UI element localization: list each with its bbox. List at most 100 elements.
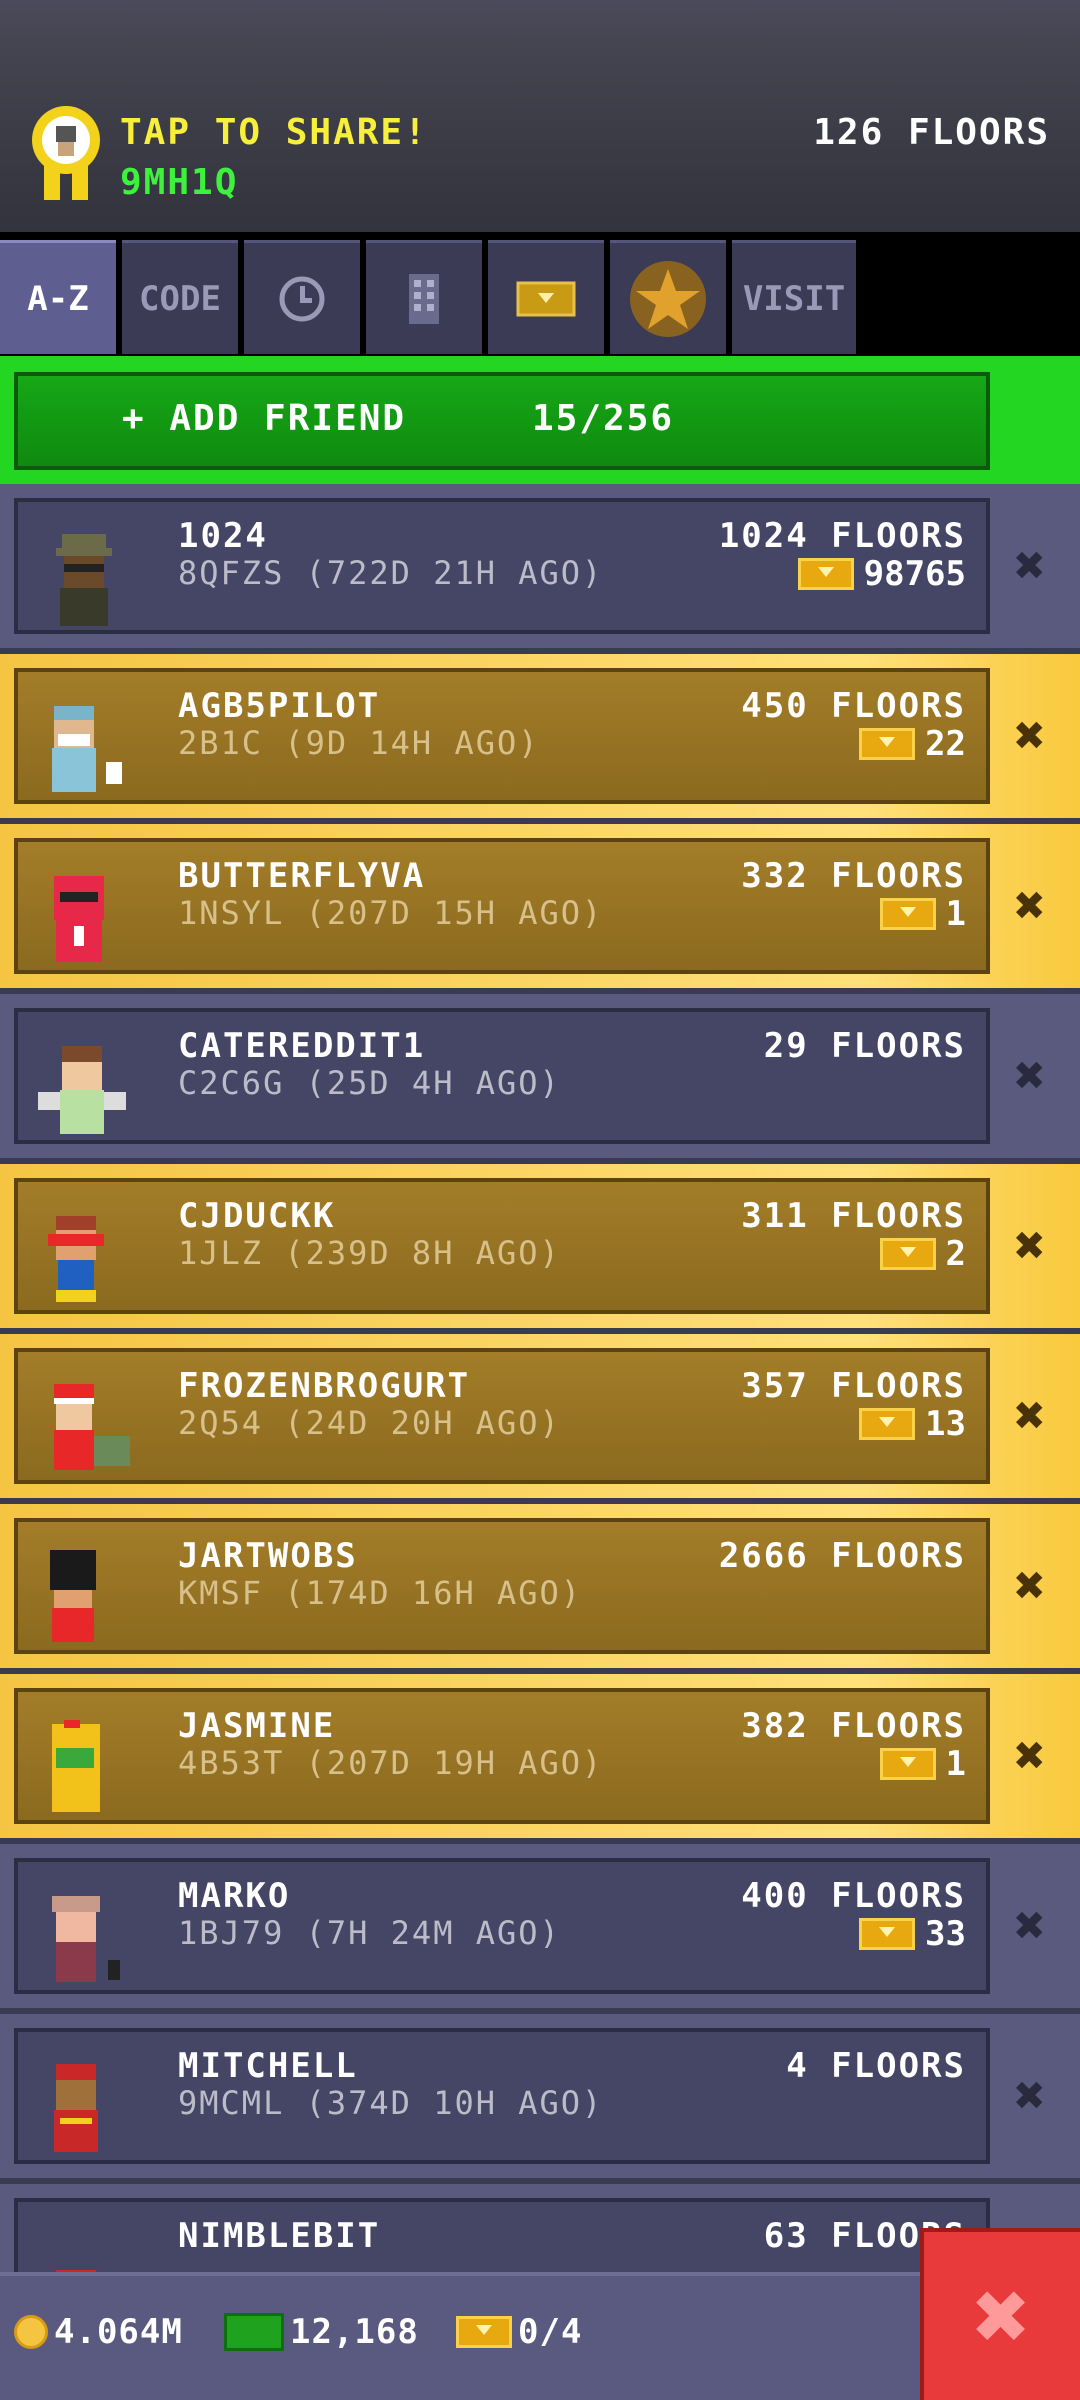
coins-balance: 4.064M [14,2312,183,2352]
bitizen-avatar [50,1550,96,1642]
remove-friend-icon[interactable]: ✖ [1000,536,1060,596]
tab-visit[interactable]: VISIT [732,240,856,354]
friend-row[interactable]: MARKO 1BJ79 (7H 24M AGO) 400 FLOORS 33 ✖ [0,1844,1080,2008]
bux-icon [797,558,854,590]
remove-friend-icon[interactable]: ✖ [1000,1896,1060,1956]
friend-floors: 29 FLOORS [763,1026,966,1066]
friend-floors: 450 FLOORS [741,686,966,726]
friend-row[interactable]: BUTTERFLYVA 1NSYL (207D 15H AGO) 332 FLO… [0,824,1080,988]
friend-floors: 2666 FLOORS [718,1536,966,1576]
friend-code: 8QFZS (722D 21H AGO) [178,554,604,592]
friend-row[interactable]: CATEREDDIT1 C2C6G (25D 4H AGO) 29 FLOORS… [0,994,1080,1158]
bux-ticket-icon [516,281,576,316]
tab-floors[interactable] [366,240,482,354]
bux-icon [456,2316,512,2348]
friend-name: 1024 [178,516,268,556]
friend-bux: 33 [859,1914,966,1954]
add-friend-button[interactable]: + ADD FRIEND 15/256 [14,372,990,470]
bux-balance: 0/4 [456,2312,582,2352]
remove-friend-icon[interactable]: ✖ [1000,2066,1060,2126]
remove-friend-icon[interactable]: ✖ [1000,1386,1060,1446]
tap-to-share-label[interactable]: TAP TO SHARE! [120,112,428,153]
friend-floors: 357 FLOORS [741,1366,966,1406]
bitizen-avatar [52,1896,120,1982]
cash-icon [224,2313,284,2351]
friend-row[interactable]: JASMINE 4B53T (207D 19H AGO) 382 FLOORS … [0,1674,1080,1838]
cash-balance: 12,168 [224,2312,419,2352]
tab-last-seen[interactable] [244,240,360,354]
friend-code: 1JLZ (239D 8H AGO) [178,1234,561,1272]
coin-icon [14,2315,48,2349]
tab-a-z[interactable]: A-Z [0,240,116,354]
friend-count: 15/256 [532,398,675,439]
friend-list[interactable]: 1024 8QFZS (722D 21H AGO) 1024 FLOORS 98… [0,484,1080,2272]
friend-row[interactable]: NIMBLEBIT 63 FLOORS [0,2184,1080,2272]
friend-floors: 332 FLOORS [741,856,966,896]
friend-bux: 22 [859,724,966,764]
bux-icon [859,728,916,760]
bux-icon [879,1748,936,1780]
friend-code: 1NSYL (207D 15H AGO) [178,894,604,932]
tab-bux[interactable] [488,240,604,354]
friend-floors: 4 FLOORS [786,2046,966,2086]
friend-name: MITCHELL [178,2046,358,2086]
bitizen-avatar [52,1720,100,1812]
bitizen-avatar [56,2270,96,2272]
remove-friend-icon[interactable]: ✖ [1000,706,1060,766]
friend-bux: 2 [879,1234,966,1274]
friend-name: JARTWOBS [178,1536,358,1576]
my-friend-code[interactable]: 9MH1Q [120,162,238,203]
friend-code: 2B1C (9D 14H AGO) [178,724,540,762]
friend-row[interactable]: FROZENBROGURT 2Q54 (24D 20H AGO) 357 FLO… [0,1334,1080,1498]
bux-icon [879,1238,936,1270]
bitizen-avatar [38,1046,126,1134]
remove-friend-icon[interactable]: ✖ [1000,1726,1060,1786]
bux-icon [859,1408,916,1440]
remove-friend-icon[interactable]: ✖ [1000,1046,1060,1106]
bux-icon [859,1918,916,1950]
friend-bux: 98765 [797,554,966,594]
friend-floors: 311 FLOORS [741,1196,966,1236]
friend-code: 4B53T (207D 19H AGO) [178,1744,604,1782]
bitizen-avatar [56,534,112,626]
close-button[interactable]: ✖ [920,2228,1080,2400]
friend-code: 2Q54 (24D 20H AGO) [178,1404,561,1442]
friend-name: AGB5PILOT [178,686,381,726]
friend-row[interactable]: 1024 8QFZS (722D 21H AGO) 1024 FLOORS 98… [0,484,1080,648]
friend-code: 1BJ79 (7H 24M AGO) [178,1914,561,1952]
friend-name: CATEREDDIT1 [178,1026,426,1066]
sort-tab-bar: A-Z CODE VISIT [0,232,1080,356]
add-friend-row: + ADD FRIEND 15/256 [0,356,1080,484]
friend-name: NIMBLEBIT [178,2216,381,2256]
friend-row[interactable]: CJDUCKK 1JLZ (239D 8H AGO) 311 FLOORS 2 … [0,1164,1080,1328]
friend-bux: 13 [859,1404,966,1444]
friend-floors: 1024 FLOORS [718,516,966,556]
friend-code: KMSF (174D 16H AGO) [178,1574,583,1612]
tab-code[interactable]: CODE [122,240,238,354]
total-floors-count: 126 FLOORS [813,112,1050,153]
remove-friend-icon[interactable]: ✖ [1000,1216,1060,1276]
friend-bux: 1 [879,1744,966,1784]
friend-row[interactable]: MITCHELL 9MCML (374D 10H AGO) 4 FLOORS ✖ [0,2014,1080,2178]
friend-name: FROZENBROGURT [178,1366,471,1406]
remove-friend-icon[interactable]: ✖ [1000,876,1060,936]
remove-friend-icon[interactable]: ✖ [1000,1556,1060,1616]
friend-code: 9MCML (374D 10H AGO) [178,2084,604,2122]
bitizen-avatar [54,2064,98,2152]
bitizen-avatar [54,876,104,962]
friend-row[interactable]: JARTWOBS KMSF (174D 16H AGO) 2666 FLOORS… [0,1504,1080,1668]
add-friend-label: + ADD FRIEND [122,398,407,439]
friend-floors: 400 FLOORS [741,1876,966,1916]
close-icon: ✖ [973,2260,1031,2372]
friend-row[interactable]: AGB5PILOT 2B1C (9D 14H AGO) 450 FLOORS 2… [0,654,1080,818]
friend-bux: 1 [879,894,966,934]
friend-name: BUTTERFLYVA [178,856,426,896]
friend-code: C2C6G (25D 4H AGO) [178,1064,561,1102]
top-header: TAP TO SHARE! 9MH1Q 126 FLOORS [0,0,1080,232]
friend-floors: 382 FLOORS [741,1706,966,1746]
friend-name: MARKO [178,1876,291,1916]
clock-icon [279,276,325,321]
star-badge-icon [630,260,706,337]
award-ribbon-icon[interactable] [30,104,102,204]
tab-vip[interactable] [610,240,726,354]
